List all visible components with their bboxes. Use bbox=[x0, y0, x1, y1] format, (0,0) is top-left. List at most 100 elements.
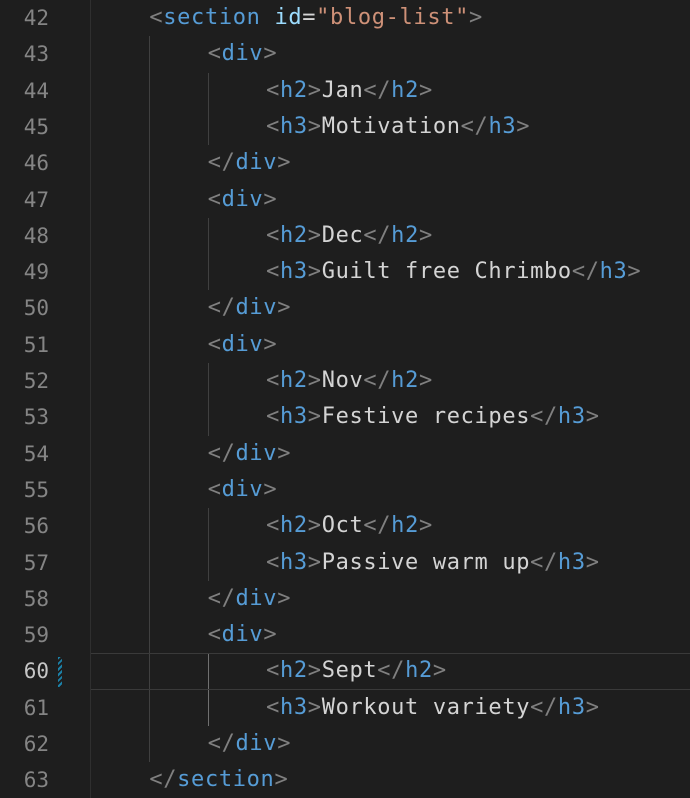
token-punct: > bbox=[307, 222, 322, 248]
token-tag: h2 bbox=[279, 368, 308, 393]
code-text[interactable]: <h2>Dec</h2> bbox=[266, 218, 433, 254]
token-punct: > bbox=[307, 404, 322, 430]
line-number: 57 bbox=[23, 550, 49, 575]
code-line[interactable]: 56 <h2>Oct</h2> bbox=[0, 508, 690, 544]
token-punct: < bbox=[207, 186, 222, 212]
modified-line-marker[interactable] bbox=[58, 657, 62, 688]
line-number: 51 bbox=[23, 332, 49, 357]
code-text[interactable]: <h3>Festive recipes</h3> bbox=[266, 399, 600, 435]
code-text[interactable]: <h2>Nov</h2> bbox=[266, 363, 433, 399]
token-punct: > bbox=[263, 41, 278, 67]
code-text[interactable]: </div> bbox=[208, 581, 291, 617]
code-line[interactable]: 44 <h2>Jan</h2> bbox=[0, 73, 690, 109]
code-text[interactable]: <div> bbox=[208, 617, 278, 653]
token-punct: < bbox=[149, 5, 164, 30]
token-tag: div bbox=[221, 331, 264, 357]
token-punct: </ bbox=[363, 222, 392, 248]
token-punct: > bbox=[307, 368, 322, 393]
code-line[interactable]: 52 <h2>Nov</h2> bbox=[0, 363, 690, 399]
code-line[interactable]: 42 <section id="blog-list"> bbox=[0, 0, 690, 36]
code-line[interactable]: 49 <h3>Guilt free Chrimbo</h3> bbox=[0, 254, 690, 290]
code-text[interactable]: <h3>Workout variety</h3> bbox=[266, 690, 600, 726]
code-text[interactable]: </div> bbox=[208, 726, 291, 762]
code-text[interactable]: <h2>Jan</h2> bbox=[266, 73, 433, 109]
token-punct: > bbox=[263, 186, 278, 212]
code-line[interactable]: 46 </div> bbox=[0, 145, 690, 181]
code-text[interactable]: <h2>Oct</h2> bbox=[266, 508, 433, 544]
code-text[interactable]: <h3>Passive warm up</h3> bbox=[266, 545, 600, 581]
code-line[interactable]: 53 <h3>Festive recipes</h3> bbox=[0, 399, 690, 435]
token-tag: h2 bbox=[391, 222, 419, 248]
code-line[interactable]: 63 </section> bbox=[0, 762, 690, 798]
code-text[interactable]: </div> bbox=[208, 290, 291, 326]
code-line[interactable]: 50 </div> bbox=[0, 290, 690, 326]
code-line[interactable]: 61 <h3>Workout variety</h3> bbox=[0, 690, 690, 726]
code-line[interactable]: 47 <div> bbox=[0, 182, 690, 218]
token-punct: </ bbox=[530, 694, 558, 720]
code-text[interactable]: <h3>Motivation</h3> bbox=[266, 109, 530, 145]
token-text: Guilt free Chrimbo bbox=[321, 259, 572, 285]
code-line[interactable]: 48 <h2>Dec</h2> bbox=[0, 218, 690, 254]
line-number: 43 bbox=[23, 42, 49, 67]
token-punct: < bbox=[266, 259, 280, 285]
token-punct: > bbox=[263, 622, 278, 648]
token-punct: < bbox=[207, 622, 222, 648]
token-tag: div bbox=[221, 41, 264, 67]
code-text[interactable]: </div> bbox=[208, 145, 291, 181]
token-text: Festive recipes bbox=[321, 404, 531, 430]
token-punct: > bbox=[277, 731, 292, 756]
token-punct: < bbox=[266, 77, 280, 103]
line-number: 63 bbox=[23, 768, 49, 793]
code-line[interactable]: 57 <h3>Passive warm up</h3> bbox=[0, 545, 690, 581]
code-text[interactable]: <section id="blog-list"> bbox=[149, 0, 483, 36]
token-punct: < bbox=[207, 41, 222, 67]
token-punct: </ bbox=[149, 767, 178, 793]
token-punct: </ bbox=[530, 404, 558, 430]
code-line[interactable]: 60 <h2>Sept</h2> bbox=[0, 653, 690, 690]
code-line[interactable]: 59 <div> bbox=[0, 617, 690, 653]
token-tag: h2 bbox=[279, 222, 308, 248]
token-punct: > bbox=[585, 404, 600, 430]
code-text[interactable]: <h2>Sept</h2> bbox=[266, 653, 447, 689]
code-text[interactable]: <div> bbox=[208, 472, 278, 508]
line-number: 61 bbox=[23, 695, 49, 720]
token-punct: </ bbox=[363, 513, 392, 539]
code-line[interactable]: 45 <h3>Motivation</h3> bbox=[0, 109, 690, 145]
line-number: 62 bbox=[23, 732, 49, 756]
code-line[interactable]: 54 </div> bbox=[0, 436, 690, 472]
code-text[interactable]: <div> bbox=[208, 36, 278, 72]
line-number: 58 bbox=[23, 586, 49, 611]
token-punct: > bbox=[263, 331, 278, 357]
line-number: 49 bbox=[23, 260, 49, 285]
token-tag: div bbox=[235, 295, 278, 321]
token-punct: > bbox=[307, 658, 322, 684]
code-line[interactable]: 55 <div> bbox=[0, 472, 690, 508]
token-punct: > bbox=[277, 585, 292, 611]
token-tag: div bbox=[235, 731, 278, 756]
token-punct: < bbox=[266, 113, 280, 139]
token-punct: > bbox=[307, 694, 322, 720]
token-punct: > bbox=[307, 549, 322, 575]
code-text[interactable]: </section> bbox=[149, 762, 288, 798]
code-line[interactable]: 62 </div> bbox=[0, 726, 690, 762]
token-punct: < bbox=[266, 694, 280, 720]
code-line[interactable]: 58 </div> bbox=[0, 581, 690, 617]
code-text[interactable]: <div> bbox=[208, 182, 278, 218]
code-line[interactable]: 51 <div> bbox=[0, 327, 690, 363]
token-punct: > bbox=[277, 440, 292, 466]
code-line[interactable]: 43 <div> bbox=[0, 36, 690, 72]
line-number: 46 bbox=[23, 151, 49, 176]
token-punct: </ bbox=[571, 259, 600, 285]
token-tag: h2 bbox=[279, 513, 308, 539]
token-tag: div bbox=[235, 150, 278, 176]
token-punct: < bbox=[266, 368, 280, 393]
line-number: 48 bbox=[23, 223, 49, 248]
code-editor[interactable]: 42 <section id="blog-list"> 43 <div> 44 <h2>J… bbox=[0, 0, 690, 798]
code-text[interactable]: <div> bbox=[208, 327, 278, 363]
code-text[interactable]: <h3>Guilt free Chrimbo</h3> bbox=[266, 254, 641, 290]
token-tag: h3 bbox=[279, 113, 308, 139]
token-punct: > bbox=[469, 5, 483, 30]
code-text[interactable]: </div> bbox=[208, 436, 291, 472]
token-punct: </ bbox=[363, 368, 392, 393]
